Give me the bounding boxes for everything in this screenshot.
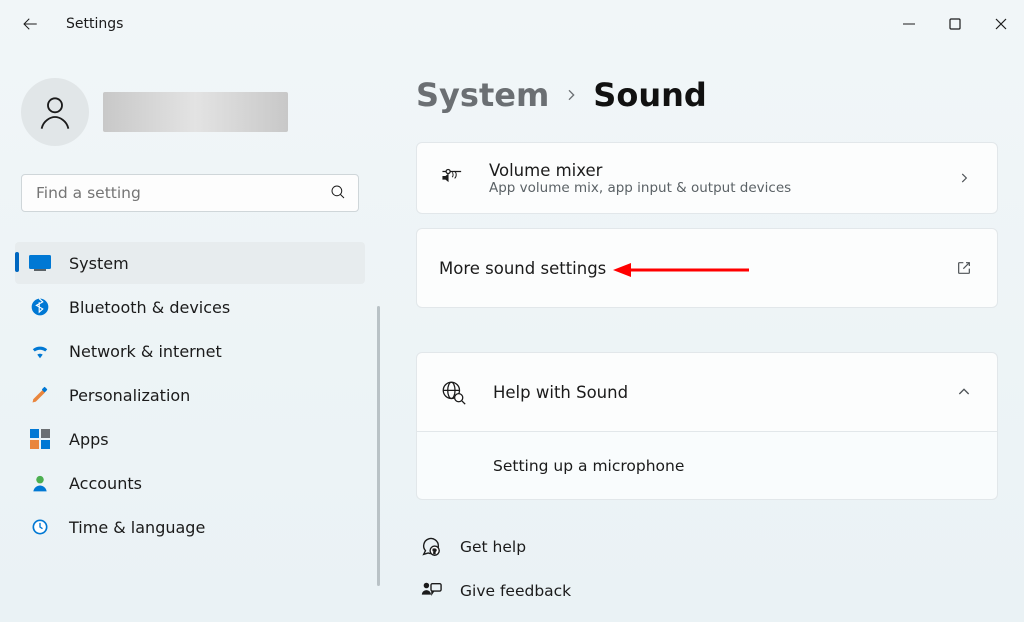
feedback-icon <box>420 580 442 602</box>
sidebar-item-network[interactable]: Network & internet <box>15 330 365 372</box>
card-more-sound-settings[interactable]: More sound settings <box>416 228 998 308</box>
chevron-right-icon <box>563 87 579 103</box>
globe-search-icon <box>439 379 467 405</box>
sidebar-item-label: Network & internet <box>69 342 222 361</box>
sidebar-item-label: Bluetooth & devices <box>69 298 230 317</box>
profile-block[interactable] <box>21 78 365 146</box>
minimize-icon <box>903 18 915 30</box>
sidebar-item-personalization[interactable]: Personalization <box>15 374 365 416</box>
search-icon <box>329 183 347 201</box>
card-volume-mixer[interactable]: Volume mixer App volume mix, app input &… <box>416 142 998 214</box>
mixer-icon <box>439 165 467 191</box>
person-icon <box>35 92 75 132</box>
clock-globe-icon <box>29 516 51 538</box>
minimize-button[interactable] <box>886 8 932 40</box>
profile-name-redacted <box>103 92 288 132</box>
accounts-icon <box>29 472 51 494</box>
bluetooth-icon <box>29 296 51 318</box>
breadcrumb: System Sound <box>416 76 998 114</box>
titlebar-left: Settings <box>18 12 123 36</box>
chevron-right-icon <box>953 171 975 185</box>
chevron-up-icon <box>953 384 975 400</box>
sidebar-item-time-language[interactable]: Time & language <box>15 506 365 548</box>
sidebar-item-label: Personalization <box>69 386 190 405</box>
nav-list: System Bluetooth & devices Network & int… <box>15 242 365 548</box>
help-block: Help with Sound Setting up a microphone <box>416 352 998 500</box>
app-title: Settings <box>66 16 123 32</box>
card-title: Help with Sound <box>493 383 927 402</box>
sidebar-item-apps[interactable]: Apps <box>15 418 365 460</box>
sidebar-item-label: Time & language <box>69 518 205 537</box>
help-chat-icon: ? <box>420 536 442 558</box>
help-subitem-setup-microphone[interactable]: Setting up a microphone <box>416 432 998 500</box>
get-help-link[interactable]: ? Get help <box>416 530 998 574</box>
close-button[interactable] <box>978 8 1024 40</box>
card-title: Volume mixer <box>489 161 931 180</box>
search-box[interactable] <box>21 174 359 212</box>
paintbrush-icon <box>29 384 51 406</box>
card-text: Volume mixer App volume mix, app input &… <box>489 161 931 196</box>
sidebar-item-accounts[interactable]: Accounts <box>15 462 365 504</box>
apps-icon <box>29 428 51 450</box>
system-icon <box>29 252 51 274</box>
main-content: System Sound Volume mixer App volume mix… <box>380 48 1024 622</box>
svg-text:?: ? <box>433 547 437 555</box>
breadcrumb-parent[interactable]: System <box>416 76 549 114</box>
sidebar-item-label: Apps <box>69 430 109 449</box>
page-title: Sound <box>593 76 707 114</box>
card-title: More sound settings <box>439 259 953 278</box>
search-input[interactable] <box>21 174 359 212</box>
card-text: More sound settings <box>439 259 953 278</box>
sidebar: System Bluetooth & devices Network & int… <box>0 48 380 622</box>
window-controls <box>886 8 1024 40</box>
close-icon <box>995 18 1007 30</box>
arrow-left-icon <box>21 15 39 33</box>
sidebar-item-label: Accounts <box>69 474 142 493</box>
maximize-button[interactable] <box>932 8 978 40</box>
get-help-label: Get help <box>460 538 526 556</box>
sidebar-item-system[interactable]: System <box>15 242 365 284</box>
card-help-with-sound[interactable]: Help with Sound <box>416 352 998 432</box>
external-link-icon <box>953 260 975 276</box>
card-subtitle: App volume mix, app input & output devic… <box>489 180 931 196</box>
card-text: Help with Sound <box>493 383 927 402</box>
back-button[interactable] <box>18 12 42 36</box>
help-subitem-label: Setting up a microphone <box>493 457 684 475</box>
sidebar-item-bluetooth[interactable]: Bluetooth & devices <box>15 286 365 328</box>
wifi-icon <box>29 340 51 362</box>
sidebar-item-label: System <box>69 254 129 273</box>
give-feedback-link[interactable]: Give feedback <box>416 574 998 602</box>
maximize-icon <box>949 18 961 30</box>
give-feedback-label: Give feedback <box>460 582 571 600</box>
avatar <box>21 78 89 146</box>
titlebar: Settings <box>0 0 1024 48</box>
